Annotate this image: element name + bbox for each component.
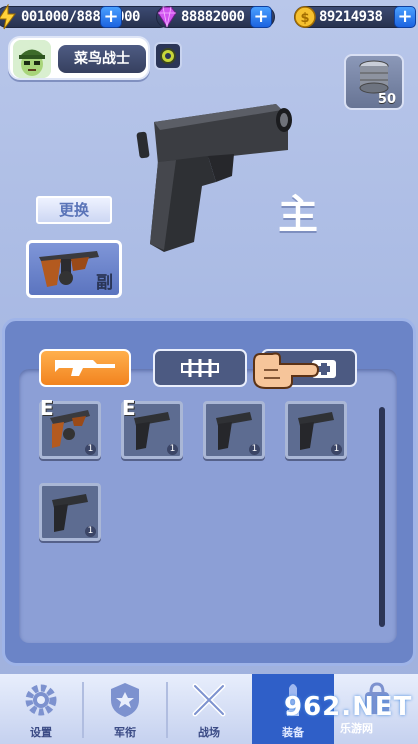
equipped-mark: E (40, 396, 54, 420)
rifle-icon (55, 360, 115, 376)
crossed-swords-icon (192, 683, 226, 717)
svg-text:$: $ (300, 11, 309, 26)
ammo-box[interactable]: 50 (344, 54, 404, 110)
soldier-avatar-icon (13, 40, 51, 78)
shield-icon (111, 683, 139, 717)
inventory-slot[interactable]: E 1 (121, 396, 183, 459)
avatar (13, 40, 51, 78)
site-watermark: 962.NET 乐游网 (284, 692, 414, 736)
pointing-hand-icon (253, 352, 320, 389)
ammo-count: 50 (377, 92, 396, 107)
gem-counter: 88882000 + (156, 6, 276, 28)
watermark-logo: 962.NET (284, 692, 413, 722)
inventory-panel: E 1 E 1 1 1 1 (2, 318, 416, 666)
nav-settings[interactable]: 设置 (0, 674, 82, 744)
gem-icon (157, 6, 177, 28)
coin-counter: $ 89214938 + (294, 6, 416, 28)
item-quantity: 1 (167, 444, 178, 455)
equipped-mark: E (122, 396, 136, 420)
inventory-scrollbar[interactable] (379, 407, 385, 627)
rank-emblem-button[interactable] (154, 42, 182, 70)
secondary-weapon-slot[interactable]: 副 (26, 240, 122, 298)
inventory-slot[interactable]: E 1 (39, 396, 101, 459)
main-weapon-label: 主 (278, 192, 318, 238)
add-energy-button[interactable]: + (100, 6, 122, 28)
energy-icon (0, 4, 16, 30)
emblem-icon (160, 48, 176, 64)
ammo-belt-icon (181, 359, 219, 377)
item-quantity: 1 (249, 444, 260, 455)
nav-battle[interactable]: 战场 (168, 674, 250, 744)
swap-weapon-button[interactable]: 更换 (36, 196, 112, 224)
nav-label: 战场 (198, 726, 220, 739)
nav-label: 军衔 (114, 726, 136, 739)
coin-icon: $ (294, 6, 316, 28)
nav-label: 设置 (30, 726, 52, 739)
watermark-subtitle: 乐游网 (340, 722, 373, 735)
tab-ammo-belt[interactable] (153, 349, 247, 387)
player-name: 菜鸟战士 (58, 45, 146, 73)
secondary-weapon-tag: 副 (96, 273, 113, 293)
nav-rank[interactable]: 军衔 (84, 674, 166, 744)
add-coins-button[interactable]: + (394, 6, 416, 28)
player-badge[interactable]: 菜鸟战士 (8, 36, 150, 80)
item-quantity: 1 (85, 526, 96, 537)
tommy-gun-icon (39, 251, 99, 287)
inventory-slot[interactable]: 1 (39, 483, 101, 541)
inventory-slot[interactable]: 1 (285, 401, 347, 459)
inventory-slot[interactable]: 1 (203, 401, 265, 459)
item-quantity: 1 (331, 444, 342, 455)
add-gems-button[interactable]: + (250, 6, 272, 28)
gear-icon (25, 684, 57, 716)
tab-rifle[interactable] (39, 349, 131, 387)
item-quantity: 1 (85, 444, 96, 455)
energy-counter: 001000/88887000 + (0, 4, 171, 30)
energy-value: 001000/88887000 (0, 6, 171, 28)
